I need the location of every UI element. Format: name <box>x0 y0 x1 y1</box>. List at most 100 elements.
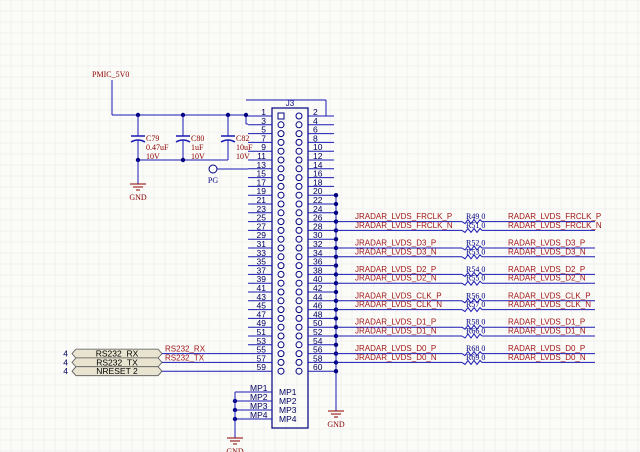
pmic-5v0-label: PMIC_5V0 <box>92 70 129 79</box>
resistor-label: R51 0 <box>466 221 485 230</box>
pin-contact <box>295 253 303 261</box>
net-label: JRADAR_LVDS_FRCLK_N <box>355 221 453 230</box>
pin-contact <box>295 191 303 199</box>
net-label: JRADAR_LVDS_D0_N <box>355 353 437 362</box>
net-label: RADAR_LVDS_D1_P <box>508 318 585 327</box>
pin-contact <box>295 244 303 252</box>
pin-contact <box>277 244 285 252</box>
pin-contact <box>277 323 285 331</box>
pin-contact <box>277 130 285 138</box>
pin-contact <box>295 341 303 349</box>
pin-contact <box>277 350 285 358</box>
pin-contact <box>277 218 285 226</box>
testpoint-icon[interactable] <box>208 164 218 174</box>
capacitor-designator: C79 <box>146 134 159 143</box>
net-label: JRADAR_LVDS_D2_P <box>355 265 436 274</box>
pin-contact <box>295 226 303 234</box>
port-name: NRESET 2 <box>96 366 138 376</box>
pin-contact <box>277 235 285 243</box>
net-label: RADAR_LVDS_D0_P <box>508 344 585 353</box>
net-label: JRADAR_LVDS_D0_P <box>355 344 436 353</box>
pin-contact <box>295 138 303 146</box>
resistor-label: R52 0 <box>466 239 485 248</box>
pin-contact <box>295 323 303 331</box>
pin-contact <box>295 218 303 226</box>
capacitor-designator: C82 <box>236 134 249 143</box>
connector-j3-body[interactable] <box>271 107 309 429</box>
pin-contact <box>295 209 303 217</box>
capacitor-value: 10uF <box>236 143 253 152</box>
pin-contact <box>277 270 285 278</box>
resistor-label: R54 0 <box>466 265 485 274</box>
mount-pin-label: MP4 <box>250 410 268 420</box>
pin-contact <box>295 174 303 182</box>
pin-contact <box>295 200 303 208</box>
resistor-label: R56 0 <box>466 291 485 300</box>
net-label: RS232_TX <box>165 353 205 362</box>
pin-contact <box>277 288 285 296</box>
resistor-label: R58 0 <box>466 318 485 327</box>
net-label: JRADAR_LVDS_CLK_P <box>355 291 442 300</box>
net-label: RADAR_LVDS_D3_N <box>508 247 586 256</box>
capacitor-designator: C80 <box>191 134 204 143</box>
junction-dot <box>333 237 339 242</box>
net-label: RADAR_LVDS_CLK_P <box>508 291 591 300</box>
resistor-label: R49 0 <box>466 212 485 221</box>
pin-contact <box>277 121 285 129</box>
capacitor-value: 0.47uF <box>146 143 169 152</box>
pin-number: 59 <box>257 362 267 372</box>
net-label: RADAR_LVDS_D3_P <box>508 239 585 248</box>
net-label: RADAR_LVDS_D2_N <box>508 274 586 283</box>
pin-contact <box>277 341 285 349</box>
pin-contact <box>277 279 285 287</box>
mount-pin-name: MP4 <box>279 414 297 424</box>
pin-contact <box>295 358 303 366</box>
pin-contact <box>277 174 285 182</box>
pin-contact <box>277 358 285 366</box>
junction-dot <box>333 263 339 268</box>
pin-contact <box>277 262 285 270</box>
pin-contact <box>277 147 285 155</box>
pin-contact <box>277 306 285 314</box>
junction-dot <box>333 210 339 215</box>
junction-dot <box>333 201 339 207</box>
pin-contact <box>295 367 303 375</box>
net-label: RADAR_LVDS_FRCLK_N <box>508 221 602 230</box>
net-label: JRADAR_LVDS_CLK_N <box>355 300 442 309</box>
junction-dot <box>333 342 339 347</box>
junction-dot <box>180 157 186 163</box>
net-label: JRADAR_LVDS_D3_N <box>355 247 437 256</box>
pin-contact <box>295 288 303 296</box>
pin-contact <box>295 156 303 164</box>
pin-contact <box>295 332 303 340</box>
pin-contact <box>277 332 285 340</box>
resistor-label: R57 0 <box>466 300 485 309</box>
pin-contact <box>277 156 285 164</box>
pin-contact <box>295 147 303 155</box>
pin-contact <box>277 297 285 305</box>
resistor-label: R66 0 <box>466 327 485 336</box>
net-label: JRADAR_LVDS_D3_P <box>355 239 436 248</box>
pin-contact <box>277 165 285 173</box>
pin-contact <box>295 350 303 358</box>
pin-contact <box>295 279 303 287</box>
pin-contact <box>295 112 303 120</box>
pin-contact <box>277 200 285 208</box>
schematic-canvas: J31 23 45 67 89 1011 1213 1415 1617 1819 2021 2223 2… <box>0 0 640 452</box>
resistor-label: R53 0 <box>466 247 485 256</box>
junction-dot <box>333 193 339 198</box>
net-label: JRADAR_LVDS_D1_N <box>355 327 437 336</box>
resistor-label: R68 0 <box>466 344 485 353</box>
net-label: RADAR_LVDS_D2_P <box>508 265 585 274</box>
gnd-label: GND <box>327 420 345 429</box>
junction-dot <box>333 289 339 295</box>
pin-contact <box>277 209 285 217</box>
net-label: RADAR_LVDS_D0_N <box>508 353 586 362</box>
pin-contact <box>295 235 303 243</box>
net-label: JRADAR_LVDS_FRCLK_P <box>355 212 452 221</box>
testpoint-label: PG <box>208 176 218 185</box>
gnd-label: GND <box>129 193 147 202</box>
net-label: RADAR_LVDS_D1_N <box>508 327 586 336</box>
pin-contact <box>295 121 303 129</box>
pin-contact <box>277 191 285 199</box>
